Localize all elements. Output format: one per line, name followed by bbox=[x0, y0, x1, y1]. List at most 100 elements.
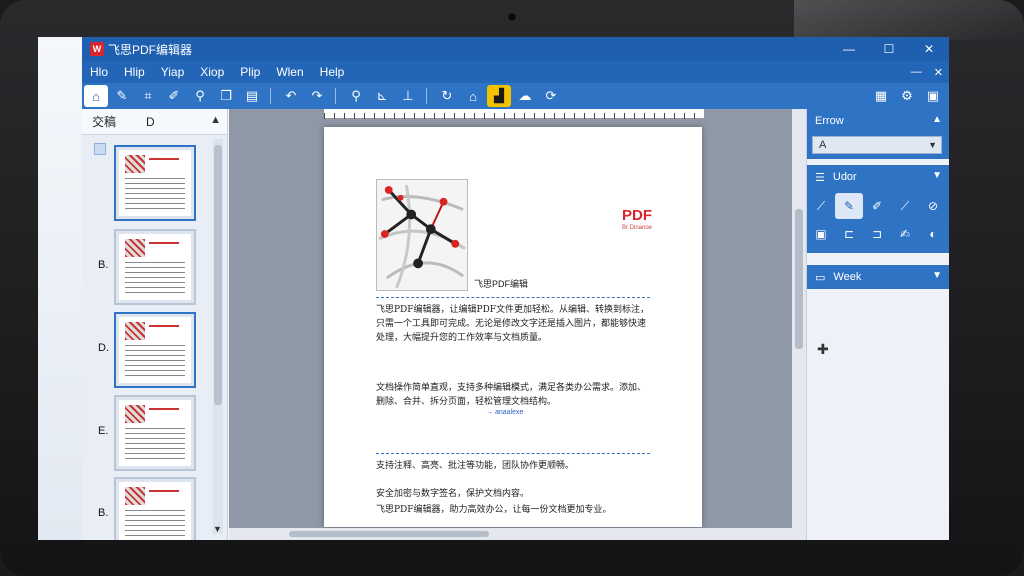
font-section-body: A ▼ bbox=[807, 133, 949, 159]
zoom-icon[interactable]: ⚲ bbox=[188, 85, 212, 107]
save-icon[interactable]: ▦ bbox=[869, 85, 893, 107]
doc-minimize-button[interactable]: — bbox=[911, 66, 922, 78]
panel-toggle-icon[interactable]: ▣ bbox=[921, 85, 945, 107]
thumbnail-item[interactable]: D. bbox=[82, 312, 212, 388]
thumbnail-item[interactable] bbox=[82, 145, 212, 221]
home-icon[interactable]: ⌂ bbox=[84, 85, 108, 107]
thumbnail-page bbox=[119, 150, 191, 216]
align-tool-icon[interactable]: ⊏ bbox=[835, 221, 863, 247]
document-canvas[interactable]: PDF Br Dinanoe 飞思PDF编辑 飞思PDF编辑器，让编辑PDF文件… bbox=[229, 109, 806, 540]
thumbnail-panel-header: 交稿 D ▲ bbox=[82, 109, 227, 135]
page-icon[interactable]: ▤ bbox=[240, 85, 264, 107]
highlight-icon[interactable]: ▟ bbox=[487, 85, 511, 107]
thumbnail-frame[interactable] bbox=[114, 395, 196, 471]
thumbnail-frame[interactable] bbox=[114, 477, 196, 540]
doc-logo-subtitle: Br Dinanoe bbox=[622, 225, 653, 231]
panel-scroll-up-icon[interactable]: ▲ bbox=[210, 114, 221, 126]
section-header-week[interactable]: ▭ Week ▼ bbox=[807, 265, 949, 289]
thumbnail-frame[interactable] bbox=[114, 145, 196, 221]
doc-paragraph: 安全加密与数字签名，保护文档内容。 bbox=[376, 489, 530, 499]
section-header-color[interactable]: ☰ Udor ▼ bbox=[807, 165, 949, 189]
chevron-up-icon[interactable]: ▲ bbox=[932, 114, 942, 125]
panel-scroll-down-icon[interactable]: ▼ bbox=[213, 524, 222, 534]
thumbnail-item[interactable]: B. bbox=[82, 229, 212, 305]
title-bar: W 飞思PDF编辑器 — ☐ ✕ bbox=[82, 37, 949, 61]
menu-window[interactable]: Wlen bbox=[268, 65, 311, 79]
annotation-tools-row: ▣ ⊏ ⊐ ✍ ◐ bbox=[807, 221, 949, 247]
toolbar-separator bbox=[426, 88, 427, 104]
document-page[interactable]: PDF Br Dinanoe 飞思PDF编辑 飞思PDF编辑器，让编辑PDF文件… bbox=[324, 127, 702, 527]
network-figure bbox=[376, 179, 468, 291]
scrollbar-thumb[interactable] bbox=[289, 531, 489, 537]
vertical-scrollbar[interactable] bbox=[792, 109, 806, 540]
camera-dot bbox=[507, 12, 517, 22]
toolbar-right: ▦ ⚙ ▣ bbox=[867, 85, 945, 107]
pdf-editor-window: W 飞思PDF编辑器 — ☐ ✕ Hlo Hlip Yiap Xiop Plip… bbox=[82, 37, 949, 540]
app-title: 飞思PDF编辑器 bbox=[108, 42, 193, 57]
thumbnail-frame[interactable] bbox=[114, 229, 196, 305]
maximize-button[interactable]: ☐ bbox=[869, 37, 909, 61]
section-header-font[interactable]: Errow ▲ bbox=[807, 109, 949, 133]
line-tool-icon[interactable]: ⟋ bbox=[807, 193, 835, 219]
thumbnail-item[interactable]: B. bbox=[82, 477, 212, 540]
eraser-tool-icon[interactable]: ◐ bbox=[919, 221, 947, 247]
scrollbar-thumb[interactable] bbox=[795, 209, 803, 349]
add-icon[interactable]: ✚ bbox=[817, 341, 829, 358]
copy-icon[interactable]: ❐ bbox=[214, 85, 238, 107]
redo-icon[interactable]: ↷ bbox=[305, 85, 329, 107]
screen-glare bbox=[794, 0, 1024, 40]
search-icon[interactable]: ⚲ bbox=[344, 85, 368, 107]
doc-close-button[interactable]: ✕ bbox=[934, 66, 943, 79]
brush-tool-icon[interactable]: ⟋ bbox=[891, 193, 919, 219]
desktop-edge bbox=[38, 37, 82, 540]
toolbar-separator bbox=[335, 88, 336, 104]
tools-section-body: ⟋ ✎ ✐ ⟋ ⊘ ▣ ⊏ ⊐ ✍ ◐ bbox=[807, 189, 949, 253]
textbox-tool-icon[interactable]: ▣ bbox=[807, 221, 835, 247]
pencil-icon[interactable]: ✐ bbox=[162, 85, 186, 107]
rotate-icon[interactable]: ↻ bbox=[435, 85, 459, 107]
pen-tool-icon[interactable]: ✎ bbox=[835, 193, 863, 219]
doc-link[interactable]: → anaalexe bbox=[486, 409, 523, 416]
thumbnail-scrollbar[interactable] bbox=[213, 139, 223, 534]
house-icon[interactable]: ⌂ bbox=[461, 85, 485, 107]
tab-bookmarks[interactable]: D bbox=[146, 115, 155, 129]
menu-help[interactable]: Help bbox=[312, 65, 353, 79]
shape-tool-icon[interactable]: ⊐ bbox=[863, 221, 891, 247]
thumbnail-label: B. bbox=[98, 507, 109, 519]
insert-icon[interactable]: ⊥ bbox=[396, 85, 420, 107]
edit-text-icon[interactable]: ✎ bbox=[110, 85, 134, 107]
toolbar-separator bbox=[270, 88, 271, 104]
horizontal-ruler bbox=[324, 109, 704, 119]
horizontal-scrollbar[interactable] bbox=[229, 528, 792, 540]
menu-bar: Hlo Hlip Yiap Xiop Plip Wlen Help — ✕ bbox=[82, 61, 949, 83]
annotation-tools-row: ⟋ ✎ ✐ ⟋ ⊘ bbox=[807, 193, 949, 219]
tab-pages[interactable]: 交稿 bbox=[92, 113, 116, 130]
chevron-down-icon: ▼ bbox=[928, 140, 937, 150]
undo-icon[interactable]: ↶ bbox=[279, 85, 303, 107]
menu-file[interactable]: Hlo bbox=[82, 65, 116, 79]
thumbnail-item[interactable]: E. bbox=[82, 395, 212, 471]
sign-tool-icon[interactable]: ✍ bbox=[891, 221, 919, 247]
cloud-icon[interactable]: ☁ bbox=[513, 85, 537, 107]
section-title: Errow bbox=[815, 115, 844, 127]
crop-icon[interactable]: ⌗ bbox=[136, 85, 160, 107]
menu-tools[interactable]: Plip bbox=[232, 65, 268, 79]
close-button[interactable]: ✕ bbox=[909, 37, 949, 61]
thumbnail-frame[interactable] bbox=[114, 312, 196, 388]
font-select[interactable]: A ▼ bbox=[812, 136, 942, 154]
properties-panel: Errow ▲ A ▼ ☰ Udor ▼ ⟋ ✎ ✐ ⟋ ⊘ ▣ ⊏ ⊐ ✍ ◐… bbox=[806, 109, 949, 540]
doc-pdf-logo: PDF bbox=[622, 207, 652, 224]
chevron-down-icon[interactable]: ▼ bbox=[932, 270, 942, 281]
document-controls: — ✕ bbox=[899, 61, 943, 83]
scrollbar-thumb[interactable] bbox=[214, 145, 222, 405]
sync-icon[interactable]: ⟳ bbox=[539, 85, 563, 107]
chart-icon[interactable]: ⊾ bbox=[370, 85, 394, 107]
chevron-down-icon[interactable]: ▼ bbox=[932, 170, 942, 181]
stamp-tool-icon[interactable]: ⊘ bbox=[919, 193, 947, 219]
menu-edit[interactable]: Hlip bbox=[116, 65, 153, 79]
menu-insert[interactable]: Xiop bbox=[192, 65, 232, 79]
minimize-button[interactable]: — bbox=[829, 37, 869, 61]
marker-tool-icon[interactable]: ✐ bbox=[863, 193, 891, 219]
gear-icon[interactable]: ⚙ bbox=[895, 85, 919, 107]
menu-view[interactable]: Yiap bbox=[153, 65, 193, 79]
